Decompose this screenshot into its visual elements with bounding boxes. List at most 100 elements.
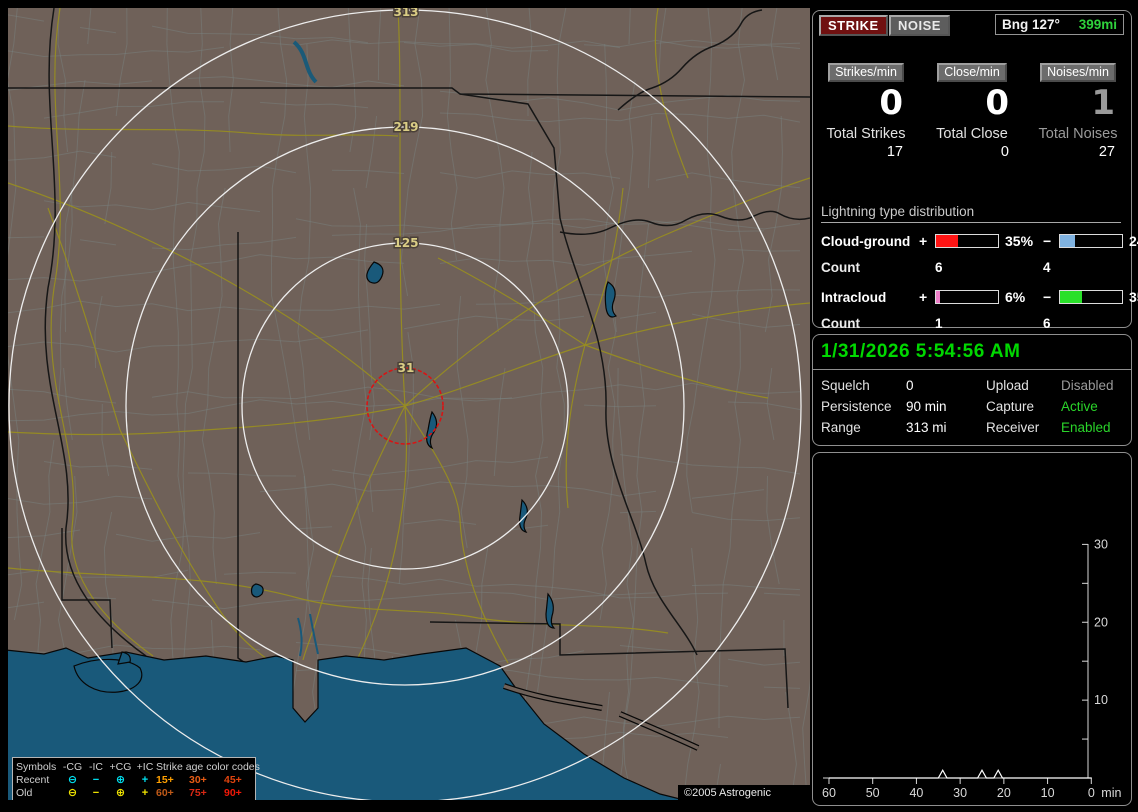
legend-row-recent-label: Recent: [16, 773, 50, 786]
ring-label-125: 125: [393, 236, 418, 250]
close-per-min-button[interactable]: Close/min: [937, 63, 1007, 82]
pos-ic-old-icon: +: [141, 786, 149, 799]
plot-mode-value: Strike: [1061, 485, 1096, 500]
legend-col-pos-cg: +CG: [109, 760, 132, 773]
uptime-value: 473:40: [906, 463, 948, 478]
trend-window-value: 60 min: [906, 514, 947, 529]
neg-ic-recent-icon: −: [92, 773, 100, 786]
legend-age-header: Strike age color codes: [156, 760, 260, 773]
count-label: Count: [821, 315, 860, 331]
ic-positive-bar-fill: [936, 291, 940, 303]
svg-text:60: 60: [822, 786, 836, 800]
noises-counter: Noises/min 1 Total Noises 27: [1025, 63, 1131, 160]
ic-positive-pct: 6%: [1005, 289, 1026, 305]
count-label: Count: [821, 259, 860, 275]
plus-sign: +: [919, 233, 928, 249]
total-strikes-value: 17: [886, 144, 903, 160]
cg-positive-count: 6: [935, 259, 943, 275]
noises-per-min-button[interactable]: Noises/min: [1040, 63, 1116, 82]
peak-time-value: 1:14 AM: [986, 485, 1036, 500]
cg-negative-pct: 24%: [1129, 233, 1138, 249]
age-30: 30+: [189, 773, 207, 786]
map-svg: 313 219 125 31: [8, 8, 810, 800]
svg-text:20: 20: [1094, 615, 1108, 629]
intracloud-count-row: Count 1 6: [821, 311, 1121, 335]
neg-ic-old-icon: −: [92, 786, 100, 799]
pos-ic-recent-icon: +: [141, 773, 149, 786]
app-window: 313 219 125 31 Symbols -CG -IC +CG +IC S…: [0, 0, 1138, 812]
svg-text:30: 30: [1094, 537, 1108, 551]
age-60: 60+: [156, 786, 174, 799]
strike-summary-panel: STRIKE NOISE Bng 127° 399mi Strikes/min …: [812, 10, 1138, 331]
status-panel: 1/31/2026 5:54:56 AM Squelch 0 Upload Di…: [812, 334, 1132, 446]
strike-toggle-button[interactable]: STRIKE: [819, 15, 888, 36]
legend-col-neg-cg: -CG: [62, 760, 83, 773]
range-label: Range: [821, 420, 861, 435]
close-counter: Close/min 0 Total Close 0: [919, 63, 1025, 160]
svg-text:min: min: [1101, 786, 1121, 800]
intracloud-label: Intracloud: [821, 289, 887, 305]
cg-negative-bar: [1059, 234, 1123, 248]
legend-row-old-label: Old: [16, 786, 33, 799]
trend-graph-label: Trend graph: [821, 514, 895, 529]
ic-negative-bar: [1059, 290, 1123, 304]
rate-counters: Strikes/min 0 Total Strikes 17 Close/min…: [813, 63, 1131, 160]
squelch-value: 0: [906, 378, 914, 393]
total-noises-value: 27: [1098, 144, 1115, 160]
persistence-label: Persistence: [821, 399, 892, 414]
ring-label-219: 219: [393, 120, 418, 134]
age-90: 90+: [224, 786, 242, 799]
uptime-label: Uptime: [821, 463, 864, 478]
cloud-ground-row: Cloud-ground + 35% − 24%: [821, 229, 1138, 253]
peak-rate-label: Peak rate: [821, 485, 879, 500]
receiver-status: Enabled: [1061, 420, 1111, 435]
age-15: 15+: [156, 773, 174, 786]
peak-time-header: Peak time: [986, 463, 1047, 478]
squelch-label: Squelch: [821, 378, 870, 393]
pos-cg-recent-icon: ⊕: [115, 773, 126, 786]
uptime-stats: Uptime 473:40 Peak time Plot Peak rate 2…: [813, 453, 1131, 500]
ring-label-313: 313: [393, 8, 418, 19]
cg-positive-bar-fill: [936, 235, 958, 247]
close-per-min-value: 0: [985, 83, 1009, 123]
range-value: 313 mi: [906, 420, 947, 435]
total-noises-label: Total Noises: [1038, 126, 1118, 142]
receiver-settings: Squelch 0 Upload Disabled Persistence 90…: [813, 370, 1131, 435]
trend-window: Trend graph 60 min: [813, 500, 1131, 529]
peak-rate-value: 2/min: [906, 485, 940, 500]
legend-col-pos-ic: +IC: [136, 760, 154, 773]
cg-negative-count: 4: [1043, 259, 1051, 275]
neg-cg-old-icon: ⊖: [67, 786, 78, 799]
age-75: 75+: [189, 786, 207, 799]
svg-text:10: 10: [1094, 693, 1108, 707]
svg-text:30: 30: [953, 786, 967, 800]
legend-col-neg-ic: -IC: [89, 760, 103, 773]
plot-header: Plot: [1061, 463, 1085, 478]
strikes-counter: Strikes/min 0 Total Strikes 17: [813, 63, 919, 160]
cg-positive-bar: [935, 234, 999, 248]
pos-cg-old-icon: ⊕: [115, 786, 126, 799]
minus-sign: −: [1043, 233, 1052, 249]
cg-negative-bar-fill: [1060, 235, 1075, 247]
total-strikes-label: Total Strikes: [826, 126, 906, 142]
trend-graph: 30 20 10 60 50 40 30 20 10 0 min: [822, 537, 1121, 800]
ic-negative-bar-fill: [1060, 291, 1082, 303]
legend-symbols-header: Symbols: [16, 760, 57, 773]
capture-label: Capture: [986, 399, 1035, 414]
map-canvas[interactable]: 313 219 125 31 Symbols -CG -IC +CG +IC S…: [8, 8, 810, 800]
clock-display: 1/31/2026 5:54:56 AM: [813, 339, 1131, 370]
cg-positive-pct: 35%: [1005, 233, 1034, 249]
lightning-distribution: Lightning type distribution Cloud-ground…: [821, 204, 1138, 335]
strikes-per-min-value: 0: [879, 83, 903, 123]
noise-toggle-button[interactable]: NOISE: [889, 15, 950, 36]
ic-negative-pct: 35%: [1129, 289, 1138, 305]
strikes-per-min-button[interactable]: Strikes/min: [828, 63, 904, 82]
age-45: 45+: [224, 773, 242, 786]
noises-per-min-value: 1: [1091, 83, 1115, 123]
bearing-range: 399mi: [1078, 17, 1117, 32]
neg-cg-recent-icon: ⊖: [67, 773, 78, 786]
ring-label-31: 31: [398, 361, 415, 375]
ic-positive-count: 1: [935, 315, 943, 331]
intracloud-row: Intracloud + 6% − 35%: [821, 285, 1138, 309]
bearing-readout: Bng 127° 399mi: [995, 14, 1124, 35]
